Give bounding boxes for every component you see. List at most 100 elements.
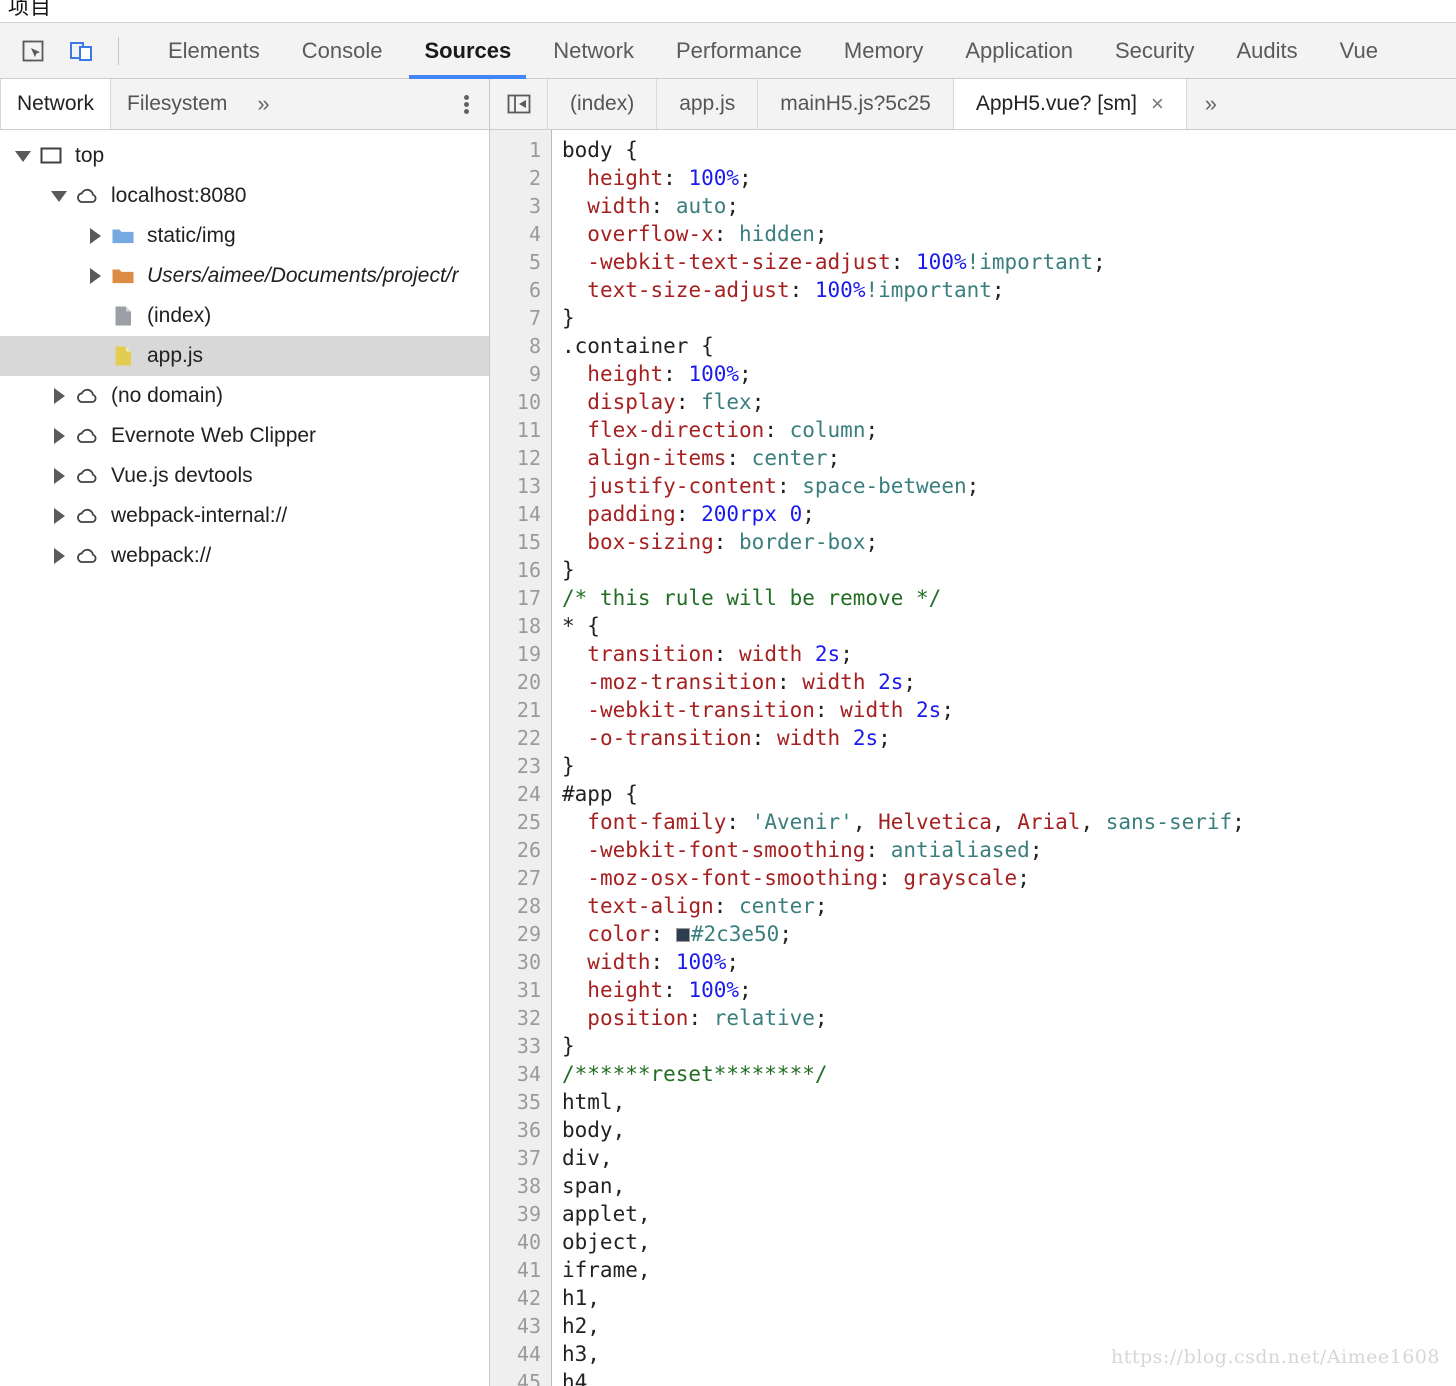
code-line[interactable]: /******reset********/ — [562, 1060, 1456, 1088]
chevron-right-icon[interactable] — [82, 268, 108, 284]
chevron-right-icon[interactable] — [46, 428, 72, 444]
code-line[interactable]: body, — [562, 1116, 1456, 1144]
tree-item-webpack-internal[interactable]: webpack-internal:// — [0, 496, 489, 536]
code-line[interactable]: } — [562, 1032, 1456, 1060]
editor-more-tabs-button[interactable]: » — [1187, 79, 1235, 129]
close-icon[interactable]: × — [1151, 93, 1164, 115]
code-line[interactable]: } — [562, 752, 1456, 780]
tree-item-index[interactable]: (index) — [0, 296, 489, 336]
triangle — [53, 428, 65, 444]
code-line[interactable]: display: flex; — [562, 388, 1456, 416]
code-line[interactable]: /* this rule will be remove */ — [562, 584, 1456, 612]
code-line[interactable]: } — [562, 304, 1456, 332]
editor-tab-mainh5-js-5c25[interactable]: mainH5.js?5c25 — [758, 79, 954, 129]
code-line[interactable]: justify-content: space-between; — [562, 472, 1456, 500]
code-line[interactable]: -webkit-transition: width 2s; — [562, 696, 1456, 724]
code-line[interactable]: box-sizing: border-box; — [562, 528, 1456, 556]
code-line[interactable]: html, — [562, 1088, 1456, 1116]
collapse-sidebar-icon[interactable] — [490, 79, 548, 129]
tree-item-evernote-web-clipper[interactable]: Evernote Web Clipper — [0, 416, 489, 456]
code-line[interactable]: body { — [562, 136, 1456, 164]
code-line[interactable]: object, — [562, 1228, 1456, 1256]
code-line[interactable]: height: 100%; — [562, 976, 1456, 1004]
tree-item-vue-js-devtools[interactable]: Vue.js devtools — [0, 456, 489, 496]
code-line[interactable]: width: auto; — [562, 192, 1456, 220]
code-line[interactable]: align-items: center; — [562, 444, 1456, 472]
code-line[interactable]: -moz-osx-font-smoothing: grayscale; — [562, 864, 1456, 892]
tab-application[interactable]: Application — [944, 23, 1094, 78]
navigator-tab-network[interactable]: Network — [0, 79, 112, 129]
tree-item-static-img[interactable]: static/img — [0, 216, 489, 256]
code-line[interactable]: -o-transition: width 2s; — [562, 724, 1456, 752]
line-number: 12 — [516, 446, 541, 470]
tab-vue[interactable]: Vue — [1319, 23, 1399, 78]
tree-item-no-domain[interactable]: (no domain) — [0, 376, 489, 416]
code-line[interactable]: #app { — [562, 780, 1456, 808]
devtools-toolbar-icons — [0, 23, 135, 78]
code-line[interactable]: h2, — [562, 1312, 1456, 1340]
tab-network[interactable]: Network — [532, 23, 655, 78]
code-line[interactable]: flex-direction: column; — [562, 416, 1456, 444]
tab-label: Memory — [843, 37, 924, 63]
device-toolbar-icon[interactable] — [66, 36, 96, 66]
editor-tab-app-js[interactable]: app.js — [657, 79, 759, 129]
code-line[interactable]: transition: width 2s; — [562, 640, 1456, 668]
navigator-tab-filesystem[interactable]: Filesystem — [111, 79, 243, 129]
tab-memory[interactable]: Memory — [823, 23, 944, 78]
code-line[interactable]: font-family: 'Avenir', Helvetica, Arial,… — [562, 808, 1456, 836]
code-line[interactable]: width: 100%; — [562, 948, 1456, 976]
code-line[interactable]: height: 100%; — [562, 164, 1456, 192]
tab-performance[interactable]: Performance — [655, 23, 823, 78]
code-line[interactable]: position: relative; — [562, 1004, 1456, 1032]
code-token-sel: h3, — [562, 1342, 600, 1366]
editor-tab-apph5-vue-sm[interactable]: AppH5.vue? [sm] × — [953, 79, 1187, 129]
code-line[interactable]: height: 100%; — [562, 360, 1456, 388]
code-token-sel: object, — [562, 1230, 651, 1254]
more-options-icon[interactable] — [464, 79, 469, 129]
code-line[interactable]: h4 — [562, 1368, 1456, 1386]
code-line[interactable]: -moz-transition: width 2s; — [562, 668, 1456, 696]
dot — [464, 108, 469, 114]
code-line[interactable]: -webkit-font-smoothing: antialiased; — [562, 836, 1456, 864]
tab-console[interactable]: Console — [281, 23, 404, 78]
code-editor[interactable]: 1 2 3 4 5 6 7 8 9 10 11 12 13 14 15 16 17 18 19 20 21 22 23 24 2… — [490, 130, 1456, 1386]
code-line[interactable]: .container { — [562, 332, 1456, 360]
code-line[interactable]: text-size-adjust: 100%!important; — [562, 276, 1456, 304]
chevron-right-icon[interactable] — [46, 468, 72, 484]
code-line[interactable]: h1, — [562, 1284, 1456, 1312]
code-line[interactable]: div, — [562, 1144, 1456, 1172]
code-line[interactable]: padding: 200rpx 0; — [562, 500, 1456, 528]
chevron-right-icon[interactable] — [46, 508, 72, 524]
code-line[interactable]: -webkit-text-size-adjust: 100%!important… — [562, 248, 1456, 276]
code-line[interactable]: color: #2c3e50; — [562, 920, 1456, 948]
tree-item-app-js[interactable]: app.js — [0, 336, 489, 376]
tab-audits[interactable]: Audits — [1215, 23, 1318, 78]
tree-item-webpack[interactable]: webpack:// — [0, 536, 489, 576]
color-swatch-icon[interactable] — [675, 928, 690, 942]
tab-sources[interactable]: Sources — [403, 23, 532, 79]
chevron-right-icon[interactable] — [46, 388, 72, 404]
inspect-element-icon[interactable] — [18, 36, 48, 66]
cloud-icon — [72, 463, 102, 489]
code-line[interactable]: * { — [562, 612, 1456, 640]
code-line[interactable]: h3, — [562, 1340, 1456, 1368]
code-line[interactable]: } — [562, 556, 1456, 584]
code-line[interactable]: overflow-x: hidden; — [562, 220, 1456, 248]
tree-item-localhost-8080[interactable]: localhost:8080 — [0, 176, 489, 216]
tree-item-top[interactable]: top — [0, 136, 489, 176]
code-content[interactable]: body { height: 100%; width: auto; overfl… — [552, 130, 1456, 1386]
chevron-right-icon[interactable] — [46, 548, 72, 564]
code-line[interactable]: applet, — [562, 1200, 1456, 1228]
chevron-down-icon[interactable] — [46, 190, 72, 202]
chevron-down-icon[interactable] — [10, 150, 36, 162]
tree-item-users-aimee-documents-project-r[interactable]: Users/aimee/Documents/project/r — [0, 256, 489, 296]
tab-security[interactable]: Security — [1094, 23, 1215, 78]
tab-elements[interactable]: Elements — [147, 23, 281, 78]
code-line[interactable]: iframe, — [562, 1256, 1456, 1284]
code-line[interactable]: span, — [562, 1172, 1456, 1200]
code-line[interactable]: text-align: center; — [562, 892, 1456, 920]
chevron-right-icon[interactable] — [82, 228, 108, 244]
code-token-punc: ; — [814, 222, 828, 246]
navigator-more-tabs-button[interactable]: » — [243, 79, 283, 129]
editor-tab-index[interactable]: (index) — [548, 79, 658, 129]
